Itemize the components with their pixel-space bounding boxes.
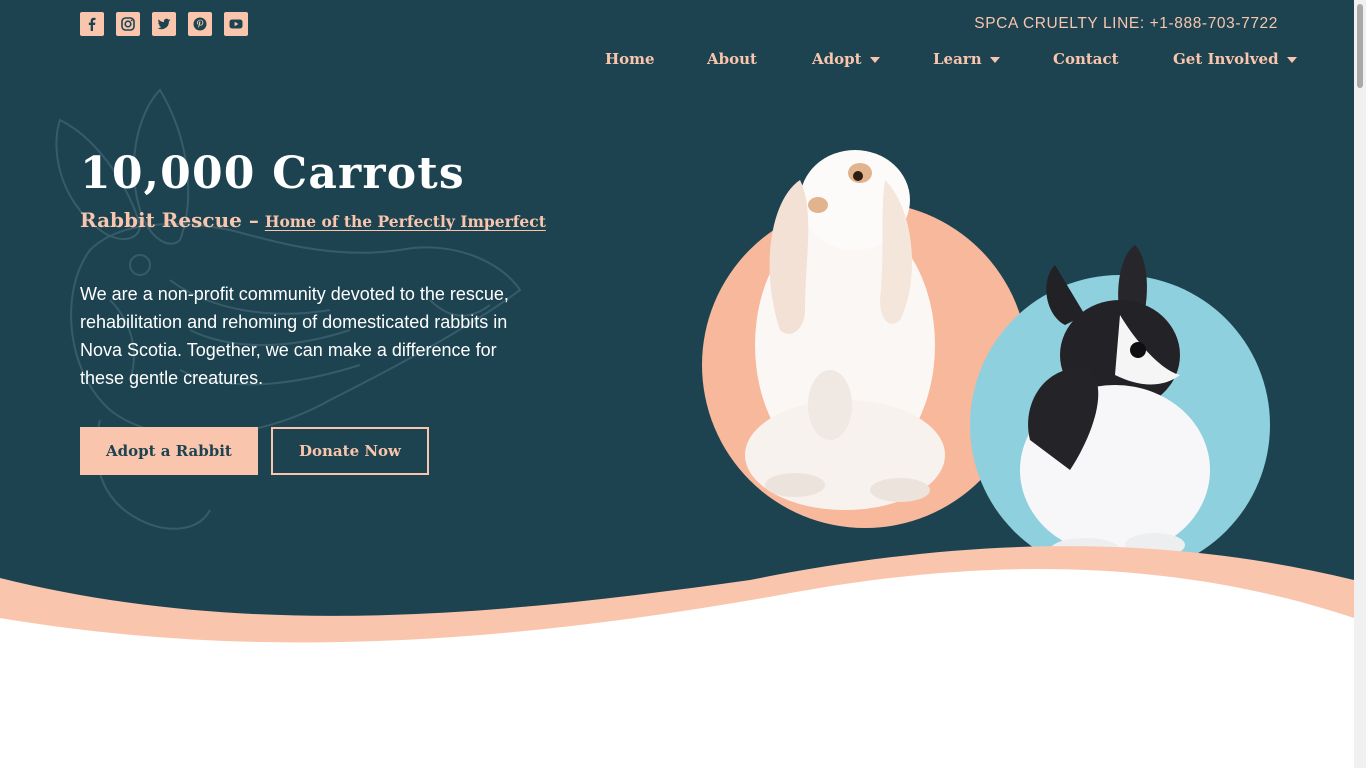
nav-label: Adopt [812,50,862,68]
caret-down-icon [869,57,880,63]
subtitle-link[interactable]: Home of the Perfectly Imperfect [265,212,546,231]
caret-down-icon [989,57,1000,63]
subtitle-prefix: Rabbit Rescue – [80,208,259,232]
facebook-icon [88,17,96,31]
hero-description: We are a non-profit community devoted to… [80,284,509,388]
scrollbar-thumb[interactable] [1357,4,1363,88]
nav-item-contact[interactable]: Contact [1053,50,1119,68]
nav-item-learn[interactable]: Learn [933,50,1000,68]
nav-label: Home [605,50,655,68]
nav-item-home[interactable]: Home [605,50,655,68]
facebook-button[interactable] [80,12,104,36]
hero-section: SPCA CRUELTY LINE: +1-888-703-7722 Home … [0,0,1354,768]
adopt-a-rabbit-button[interactable]: Adopt a Rabbit [80,427,258,475]
twitter-icon [157,18,171,30]
youtube-button[interactable] [224,12,248,36]
nav-item-about[interactable]: About [707,50,757,68]
nav-item-get-involved[interactable]: Get Involved [1173,50,1297,68]
instagram-icon [121,17,135,31]
donate-now-button[interactable]: Donate Now [271,427,429,475]
nav-label: Get Involved [1173,50,1279,68]
nav-label: About [707,50,757,68]
caret-down-icon [1286,57,1297,63]
twitter-button[interactable] [152,12,176,36]
social-links [80,12,248,36]
main-nav: Home About Adopt Learn Contact Get Invol… [605,50,1297,72]
pinterest-icon [193,17,207,31]
nav-label: Learn [933,50,982,68]
page-subtitle: Rabbit Rescue – Home of the Perfectly Im… [80,208,546,232]
nav-item-adopt[interactable]: Adopt [812,50,880,68]
cruelty-line[interactable]: SPCA CRUELTY LINE: +1-888-703-7722 [974,15,1278,33]
instagram-button[interactable] [116,12,140,36]
page-scrollbar[interactable] [1354,0,1366,768]
nav-label: Contact [1053,50,1119,68]
white-rabbit-image [745,150,945,510]
youtube-icon [229,19,243,29]
wave-divider [0,546,1354,768]
page-title: 10,000 Carrots [80,148,465,199]
pinterest-button[interactable] [188,12,212,36]
